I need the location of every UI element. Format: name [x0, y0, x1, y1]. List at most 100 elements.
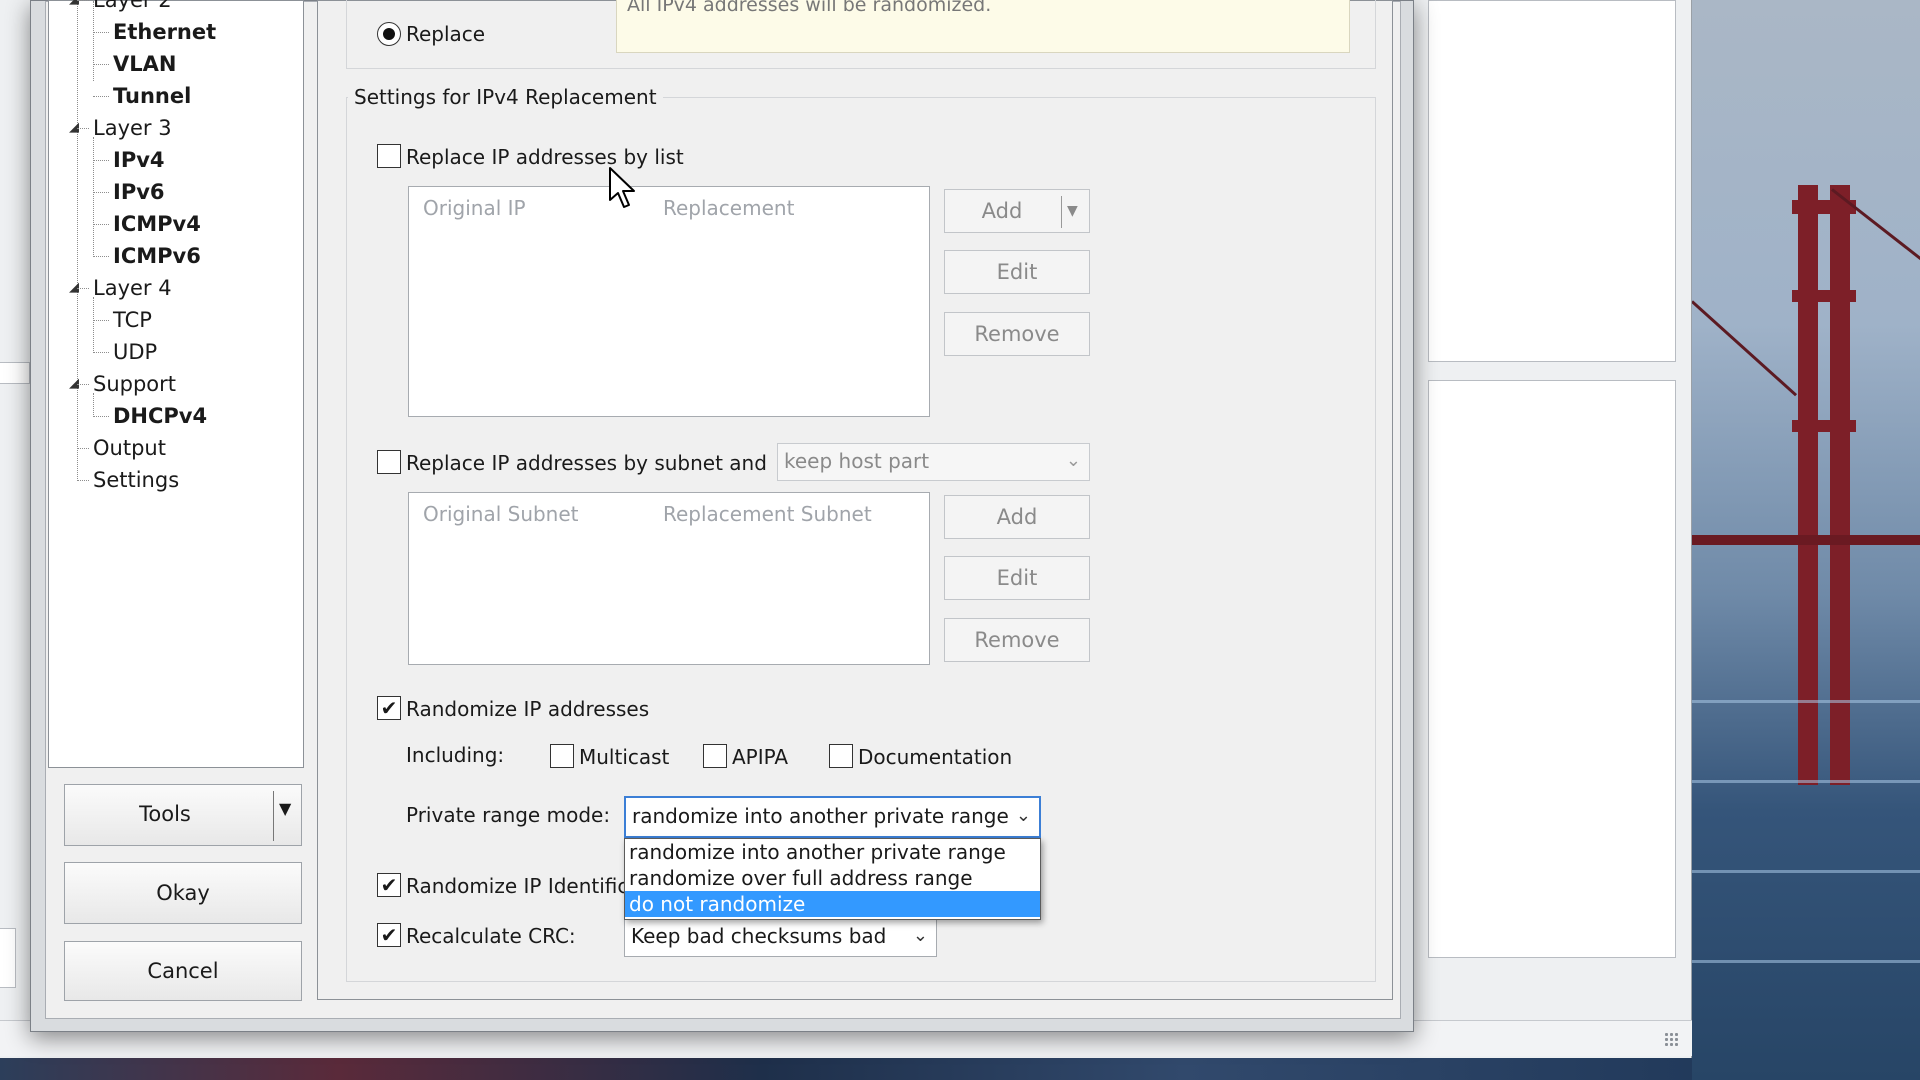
tree-item-icmpv6[interactable]: ICMPv6 — [113, 243, 201, 269]
water-highlight — [1692, 870, 1920, 873]
dropdown-option[interactable]: do not randomize — [625, 891, 1040, 917]
tree-item-output[interactable]: Output — [93, 435, 166, 461]
tree-item-layer-4[interactable]: Layer 4 — [93, 275, 172, 301]
check-icon: ✔ — [380, 873, 398, 897]
tree-item-settings[interactable]: Settings — [93, 467, 179, 493]
replace-radio[interactable] — [377, 22, 401, 46]
add-ip-button[interactable]: Add ▼ — [944, 189, 1090, 233]
subnet-replacement-list[interactable]: Original Subnet Replacement Subnet — [408, 492, 930, 665]
documentation-checkbox[interactable] — [829, 744, 853, 768]
tree-item-ipv6[interactable]: IPv6 — [113, 179, 165, 205]
tree-connector — [93, 192, 109, 193]
tools-button-label: Tools — [139, 802, 191, 826]
water-highlight — [1692, 780, 1920, 783]
info-text: All IPv4 addresses will be randomized. — [627, 0, 992, 16]
ip-replacement-list[interactable]: Original IP Replacement — [408, 186, 930, 417]
check-icon: ✔ — [380, 923, 398, 947]
cancel-button[interactable]: Cancel — [64, 941, 302, 1001]
multicast-checkbox[interactable] — [550, 744, 574, 768]
tree-item-layer-2[interactable]: Layer 2 — [93, 0, 172, 13]
column-header-original-subnet[interactable]: Original Subnet — [423, 501, 579, 527]
randomize-ip-label: Randomize IP addresses — [406, 697, 650, 721]
replace-by-list-checkbox[interactable] — [377, 144, 401, 168]
replace-by-subnet-checkbox[interactable] — [377, 450, 401, 474]
tree-item-ethernet[interactable]: Ethernet — [113, 19, 216, 45]
resize-grip-icon[interactable] — [1664, 1032, 1680, 1048]
mouse-cursor-icon — [609, 167, 635, 208]
tree-item-ipv4[interactable]: IPv4 — [113, 147, 165, 173]
column-header-original-ip[interactable]: Original IP — [423, 195, 526, 221]
dropdown-option[interactable]: randomize into another private range — [625, 839, 1040, 865]
tree-connector — [93, 1, 94, 81]
ipv4-settings-panel: Replace All IPv4 addresses will be rando… — [317, 0, 1393, 1000]
remove-ip-button[interactable]: Remove — [944, 312, 1090, 356]
category-tree[interactable]: ◢Layer 2EthernetVLANTunnel◢Layer 3IPv4IP… — [48, 0, 304, 768]
add-subnet-button[interactable]: Add — [944, 495, 1090, 539]
private-range-value: randomize into another private range — [632, 804, 1009, 828]
subnet-mode-value: keep host part — [784, 449, 930, 473]
tree-connector — [93, 96, 109, 97]
recalculate-crc-checkbox[interactable]: ✔ — [377, 923, 401, 947]
water-highlight — [1692, 960, 1920, 963]
apipa-label: APIPA — [732, 745, 789, 769]
tree-connector — [93, 32, 109, 33]
tree-item-dhcpv4[interactable]: DHCPv4 — [113, 403, 207, 429]
tree-item-vlan[interactable]: VLAN — [113, 51, 176, 77]
randomize-ip-checkbox[interactable]: ✔ — [377, 696, 401, 720]
tree-connector — [93, 64, 109, 65]
multicast-label: Multicast — [579, 745, 670, 769]
tree-item-tunnel[interactable]: Tunnel — [113, 83, 191, 109]
including-label: Including: — [406, 743, 505, 767]
chevron-down-icon: ⌄ — [912, 925, 928, 946]
tree-connector — [93, 137, 94, 255]
apipa-checkbox[interactable] — [703, 744, 727, 768]
column-header-replacement-subnet[interactable]: Replacement Subnet — [663, 501, 872, 527]
replace-radio-label: Replace — [406, 22, 486, 46]
add-dropdown-arrow-icon[interactable]: ▼ — [1067, 190, 1078, 232]
bridge-deck — [1692, 535, 1920, 545]
background-panel — [0, 928, 16, 988]
tools-button[interactable]: Tools ▼ — [64, 784, 302, 846]
tree-item-icmpv4[interactable]: ICMPv4 — [113, 211, 201, 237]
private-range-select[interactable]: randomize into another private range ⌄ — [624, 796, 1041, 838]
tree-connector — [77, 1, 78, 479]
background-panel — [0, 362, 30, 384]
bridge-cable — [1692, 300, 1798, 397]
dropdown-option[interactable]: randomize over full address range — [625, 865, 1040, 891]
remove-subnet-button[interactable]: Remove — [944, 618, 1090, 662]
edit-subnet-button[interactable]: Edit — [944, 556, 1090, 600]
crc-mode-value: Keep bad checksums bad — [631, 924, 887, 948]
edit-ip-button[interactable]: Edit — [944, 250, 1090, 294]
okay-button[interactable]: Okay — [64, 862, 302, 924]
tree-connector — [77, 128, 89, 129]
randomize-ip-id-checkbox[interactable]: ✔ — [377, 873, 401, 897]
tree-connector — [77, 480, 89, 481]
bridge-beam — [1792, 420, 1856, 432]
tree-connector — [77, 448, 89, 449]
tree-item-layer-3[interactable]: Layer 3 — [93, 115, 172, 141]
randomize-ip-id-label: Randomize IP Identific — [406, 874, 624, 898]
split-divider — [1061, 196, 1062, 228]
tree-connector — [93, 224, 109, 225]
tree-connector — [93, 256, 109, 257]
crc-mode-select[interactable]: Keep bad checksums bad ⌄ — [624, 917, 937, 957]
tree-connector — [93, 160, 109, 161]
bridge-tower — [1798, 185, 1818, 785]
tree-connector — [77, 0, 89, 1]
tree-expander-icon[interactable]: ◢ — [69, 0, 79, 13]
tree-connector — [93, 416, 109, 417]
tree-item-support[interactable]: Support — [93, 371, 176, 397]
tree-connector — [77, 288, 89, 289]
tools-dropdown-arrow-icon[interactable]: ▼ — [279, 799, 291, 818]
desktop-wallpaper — [1692, 0, 1920, 1080]
tree-item-tcp[interactable]: TCP — [113, 307, 152, 333]
private-range-dropdown[interactable]: randomize into another private range rand… — [624, 838, 1041, 920]
tree-item-udp[interactable]: UDP — [113, 339, 157, 365]
background-panel — [1428, 380, 1676, 958]
subnet-mode-select[interactable]: keep host part ⌄ — [777, 443, 1090, 481]
chevron-down-icon: ⌄ — [1015, 805, 1031, 826]
column-header-replacement[interactable]: Replacement — [663, 195, 794, 221]
bridge-tower — [1830, 185, 1850, 785]
tree-connector — [77, 384, 89, 385]
split-divider — [273, 791, 274, 841]
